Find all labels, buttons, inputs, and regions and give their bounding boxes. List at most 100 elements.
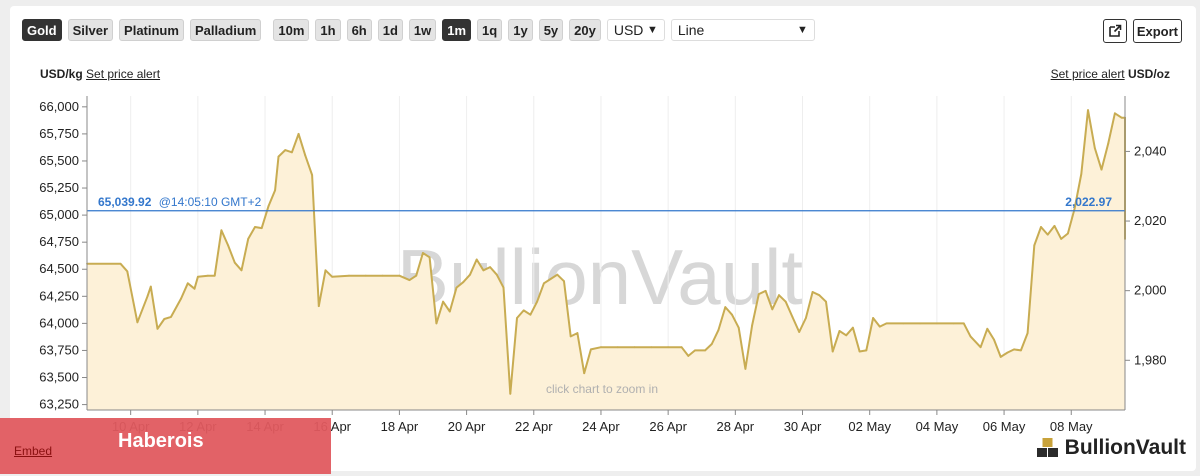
data-point (798, 331, 801, 333)
data-point (297, 133, 300, 135)
data-point (1053, 225, 1056, 227)
data-point (724, 306, 727, 308)
data-point (220, 229, 223, 232)
data-point (563, 280, 565, 283)
data-point (442, 300, 444, 303)
x-tick-label: 04 May (916, 419, 959, 434)
data-point (156, 327, 159, 330)
data-point (435, 322, 438, 325)
data-point (543, 282, 545, 285)
data-point (304, 154, 307, 157)
data-point (667, 346, 669, 349)
data-point (274, 189, 276, 192)
data-point (1107, 142, 1110, 145)
data-point (569, 335, 572, 338)
left-tick-label: 64,750 (39, 234, 79, 249)
data-point (398, 274, 401, 277)
data-point (509, 392, 512, 395)
data-point (428, 256, 431, 259)
data-point (536, 300, 538, 303)
data-point (149, 285, 152, 288)
left-tick-label: 65,750 (39, 126, 79, 141)
data-point (1080, 173, 1083, 175)
data-point (694, 349, 696, 352)
x-tick-label: 02 May (848, 419, 891, 434)
current-price-label: 65,039.92 @14:05:10 GMT+2 (98, 195, 262, 209)
data-point (126, 270, 129, 273)
data-point (710, 343, 713, 345)
data-point (556, 273, 559, 276)
data-point (462, 281, 465, 284)
data-point (448, 310, 451, 313)
data-point (687, 355, 690, 357)
x-tick-label: 18 Apr (381, 419, 419, 434)
data-point (495, 273, 498, 276)
right-axis-ticks: 1,980 2,000 2,020 2,040 (1125, 143, 1167, 367)
x-tick-label: 20 Apr (448, 419, 486, 434)
right-tick-label: 2,000 (1134, 283, 1167, 298)
data-point (267, 205, 270, 208)
left-tick-label: 65,000 (39, 207, 79, 222)
current-price-oz: 2,022.97 (1065, 195, 1112, 209)
data-point (146, 295, 149, 298)
data-point (227, 244, 230, 247)
data-point (885, 322, 888, 325)
data-point (475, 258, 478, 261)
data-point (1040, 226, 1042, 228)
data-point (1046, 233, 1049, 236)
data-point (197, 275, 199, 278)
data-point (751, 324, 753, 327)
left-tick-label: 66,000 (39, 99, 79, 114)
right-tick-label: 2,040 (1134, 143, 1167, 158)
data-point (1006, 351, 1009, 354)
left-tick-label: 64,250 (39, 288, 79, 303)
data-point (650, 346, 653, 349)
gold-bars-icon (1036, 438, 1058, 457)
left-tick-label: 63,750 (39, 342, 79, 357)
data-point (119, 262, 122, 265)
data-point (1060, 238, 1063, 240)
data-point (1067, 232, 1069, 235)
data-point (986, 327, 989, 330)
left-tick-label: 64,500 (39, 261, 79, 276)
zoom-hint: click chart to zoom in (546, 382, 658, 396)
data-point (680, 346, 683, 349)
x-tick-label: 26 Apr (649, 419, 687, 434)
data-point (311, 174, 313, 176)
left-tick-label: 65,500 (39, 153, 79, 168)
data-point (186, 282, 189, 285)
data-point (576, 332, 579, 334)
data-point (791, 316, 794, 318)
data-point (284, 149, 287, 152)
logo-text: BullionVault (1064, 436, 1186, 459)
data-point (858, 350, 861, 353)
data-point (1120, 116, 1123, 119)
data-point (818, 294, 821, 297)
data-point (865, 349, 868, 352)
data-point (1020, 349, 1022, 352)
data-point (993, 338, 995, 341)
data-point (381, 274, 384, 277)
data-point (408, 279, 411, 281)
data-point (549, 278, 552, 280)
data-point (247, 238, 250, 240)
x-tick-label: 30 Apr (784, 419, 822, 434)
x-tick-label: 24 Apr (582, 419, 620, 434)
data-point (778, 294, 780, 297)
data-point (324, 269, 327, 272)
data-point (825, 300, 827, 303)
data-point (999, 356, 1002, 358)
data-point (744, 368, 747, 370)
data-point (240, 269, 243, 272)
embed-link[interactable]: Embed (14, 444, 52, 458)
price-chart[interactable]: BullionVault 65,039.92 @14:05:10 GMT+2 2… (0, 0, 1200, 476)
right-tick-label: 2,020 (1134, 213, 1167, 228)
bullionvault-logo: BullionVault (1035, 436, 1186, 460)
data-point (784, 300, 787, 303)
left-tick-label: 64,000 (39, 315, 79, 330)
data-point (163, 318, 166, 320)
data-point (969, 335, 972, 338)
data-point (717, 329, 720, 331)
data-point (590, 348, 592, 351)
data-point (878, 325, 881, 328)
